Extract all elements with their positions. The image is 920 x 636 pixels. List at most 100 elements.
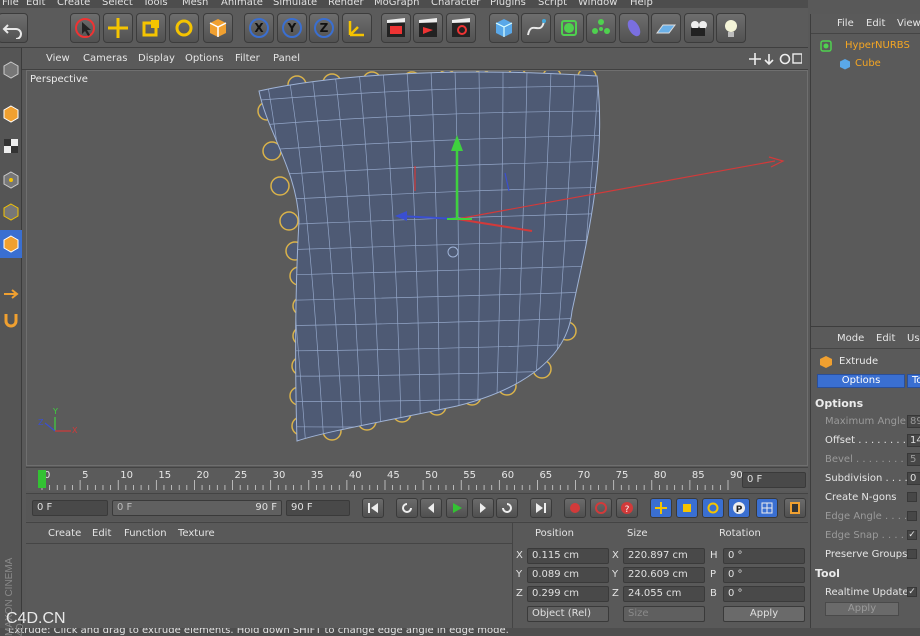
- edge-snap-checkbox[interactable]: ✓: [907, 530, 917, 540]
- hypernurbs-button[interactable]: [554, 13, 584, 43]
- menu-tools[interactable]: Tools: [143, 0, 168, 8]
- go-to-end-button[interactable]: [530, 498, 552, 518]
- object-file-menu[interactable]: File: [837, 18, 854, 29]
- edge-angle-checkbox[interactable]: [907, 511, 917, 521]
- axis-mode-button[interactable]: [0, 280, 22, 308]
- rot-p-field[interactable]: 0 °: [723, 567, 805, 583]
- preserve-groups-checkbox[interactable]: [907, 549, 917, 559]
- view-menu[interactable]: View: [46, 53, 70, 64]
- timeline-film-button[interactable]: [784, 498, 806, 518]
- panel-menu[interactable]: Panel: [273, 53, 300, 64]
- size-x-field[interactable]: 220.897 cm: [623, 548, 705, 564]
- object-mode-button[interactable]: [203, 13, 233, 43]
- keyframe-selection-button[interactable]: ?: [616, 498, 638, 518]
- key-position-button[interactable]: [650, 498, 672, 518]
- z-axis-lock-button[interactable]: Z: [309, 13, 339, 43]
- render-view-button[interactable]: [381, 13, 411, 43]
- play-button[interactable]: [446, 498, 468, 518]
- tab-options[interactable]: Options: [817, 374, 905, 388]
- camera-button[interactable]: [684, 13, 714, 43]
- pos-z-field[interactable]: 0.299 cm: [527, 586, 609, 602]
- pos-x-field[interactable]: 0.115 cm: [527, 548, 609, 564]
- live-select-button[interactable]: [70, 13, 100, 43]
- previous-frame-button[interactable]: [420, 498, 442, 518]
- material-edit-menu[interactable]: Edit: [92, 528, 111, 539]
- material-create-menu[interactable]: Create: [48, 528, 81, 539]
- size-mode-dropdown[interactable]: Size: [623, 606, 705, 622]
- menu-select[interactable]: Select: [102, 0, 133, 8]
- menu-edit[interactable]: Edit: [26, 0, 45, 8]
- attr-edit-menu[interactable]: Edit: [876, 333, 895, 344]
- size-y-field[interactable]: 220.609 cm: [623, 567, 705, 583]
- menu-animate[interactable]: Animate: [221, 0, 263, 8]
- rot-b-field[interactable]: 0 °: [723, 586, 805, 602]
- snap-button[interactable]: [0, 306, 22, 334]
- record-keys-button[interactable]: [564, 498, 586, 518]
- timeline-ruler[interactable]: 0 5 10 15 20 25 30 35 40 45 50 55 60 65 70 75 80 85 90 0 F: [26, 467, 808, 491]
- coordinate-system-button[interactable]: [342, 13, 372, 43]
- object-row-cube[interactable]: Cube: [815, 56, 920, 72]
- undo-button[interactable]: [0, 13, 28, 43]
- render-picture-viewer-button[interactable]: [413, 13, 443, 43]
- bevel-field[interactable]: 5: [907, 453, 920, 466]
- menu-window[interactable]: Window: [578, 0, 617, 8]
- key-scale-button[interactable]: [676, 498, 698, 518]
- realtime-update-checkbox[interactable]: ✓: [907, 587, 917, 597]
- floor-button[interactable]: [651, 13, 681, 43]
- object-view-menu[interactable]: View: [897, 18, 920, 29]
- cube-primitive-button[interactable]: [489, 13, 519, 43]
- timeline-playhead[interactable]: [38, 470, 46, 488]
- attr-mode-menu[interactable]: Mode: [837, 333, 864, 344]
- start-frame-field[interactable]: 0 F: [32, 500, 108, 516]
- filter-menu[interactable]: Filter: [235, 53, 260, 64]
- move-button[interactable]: [103, 13, 133, 43]
- options-menu[interactable]: Options: [185, 53, 224, 64]
- object-row-hypernurbs[interactable]: HyperNURBS: [815, 38, 920, 54]
- go-to-start-button[interactable]: [362, 498, 384, 518]
- material-manager-area[interactable]: [26, 544, 512, 628]
- autokeying-button[interactable]: [590, 498, 612, 518]
- menu-simulate[interactable]: Simulate: [273, 0, 317, 8]
- y-axis-lock-button[interactable]: Y: [277, 13, 307, 43]
- menu-script[interactable]: Script: [538, 0, 567, 8]
- menu-create[interactable]: Create: [57, 0, 90, 8]
- tool-apply-button[interactable]: Apply: [825, 602, 899, 616]
- size-z-field[interactable]: 24.055 cm: [623, 586, 705, 602]
- points-mode-button[interactable]: [0, 166, 22, 194]
- cameras-menu[interactable]: Cameras: [83, 53, 127, 64]
- menu-help[interactable]: Help: [630, 0, 653, 8]
- offset-field[interactable]: 14: [907, 434, 920, 447]
- material-function-menu[interactable]: Function: [124, 528, 167, 539]
- menu-file[interactable]: File: [2, 0, 19, 8]
- create-ngons-checkbox[interactable]: [907, 492, 917, 502]
- key-rotation-button[interactable]: [702, 498, 724, 518]
- key-parameter-button[interactable]: P: [728, 498, 750, 518]
- object-tool-button[interactable]: [0, 100, 22, 128]
- model-mode-button[interactable]: [0, 56, 22, 84]
- end-frame-field[interactable]: 90 F: [286, 500, 350, 516]
- menu-render[interactable]: Render: [328, 0, 364, 8]
- subdivision-field[interactable]: 0: [907, 472, 920, 485]
- menu-mesh[interactable]: Mesh: [182, 0, 208, 8]
- spline-pen-button[interactable]: [521, 13, 551, 43]
- material-texture-menu[interactable]: Texture: [178, 528, 215, 539]
- edit-render-settings-button[interactable]: [446, 13, 476, 43]
- coordinates-apply-button[interactable]: Apply: [723, 606, 805, 622]
- x-axis-lock-button[interactable]: X: [244, 13, 274, 43]
- polygons-mode-button[interactable]: [0, 230, 22, 258]
- rot-h-field[interactable]: 0 °: [723, 548, 805, 564]
- scale-button[interactable]: [136, 13, 166, 43]
- menu-plugins[interactable]: Plugins: [490, 0, 526, 8]
- previous-keyframe-button[interactable]: [396, 498, 418, 518]
- coordinate-mode-dropdown[interactable]: Object (Rel): [527, 606, 609, 622]
- maximum-angle-field[interactable]: 89: [907, 415, 920, 428]
- pos-y-field[interactable]: 0.089 cm: [527, 567, 609, 583]
- key-pla-button[interactable]: [756, 498, 778, 518]
- array-button[interactable]: [586, 13, 616, 43]
- deformer-button[interactable]: [619, 13, 649, 43]
- tab-tool[interactable]: Tool: [907, 374, 920, 388]
- menu-character[interactable]: Character: [431, 0, 480, 8]
- next-keyframe-button[interactable]: [496, 498, 518, 518]
- edges-mode-button[interactable]: [0, 198, 22, 226]
- rotate-button[interactable]: [169, 13, 199, 43]
